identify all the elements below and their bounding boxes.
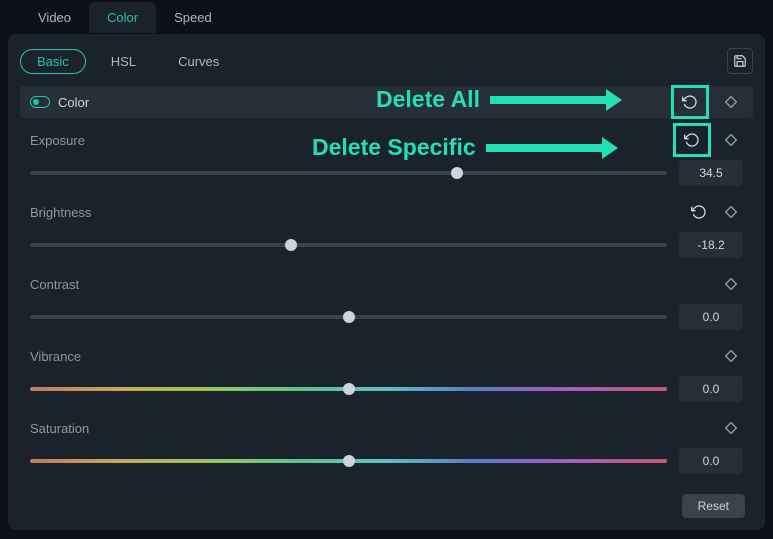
subtab-basic[interactable]: Basic (20, 49, 86, 74)
diamond-icon (725, 96, 737, 108)
vibrance-value[interactable]: 0.0 (679, 376, 743, 402)
contrast-value[interactable]: 0.0 (679, 304, 743, 330)
brightness-property: Brightness -18.2 (20, 190, 753, 262)
brightness-keyframe-button[interactable] (719, 200, 743, 224)
save-icon (733, 54, 747, 68)
contrast-property: Contrast 0.0 (20, 262, 753, 334)
brightness-label: Brightness (30, 205, 91, 220)
undo-icon (691, 204, 707, 220)
sub-tab-bar: Basic HSL Curves (20, 48, 753, 74)
brightness-slider[interactable] (30, 243, 667, 247)
tab-speed[interactable]: Speed (156, 2, 230, 33)
exposure-reset-button[interactable] (680, 128, 704, 152)
delete-all-highlight (671, 85, 709, 119)
diamond-icon (725, 134, 737, 146)
brightness-value[interactable]: -18.2 (679, 232, 743, 258)
diamond-icon (725, 350, 737, 362)
vibrance-property: Vibrance 0.0 (20, 334, 753, 406)
subtab-curves[interactable]: Curves (161, 49, 236, 74)
diamond-icon (725, 206, 737, 218)
vibrance-label: Vibrance (30, 349, 81, 364)
delete-specific-highlight (673, 123, 711, 157)
reset-all-button[interactable] (678, 90, 702, 114)
saturation-label: Saturation (30, 421, 89, 436)
exposure-label: Exposure (30, 133, 85, 148)
contrast-keyframe-button[interactable] (719, 272, 743, 296)
saturation-slider[interactable] (30, 459, 667, 463)
saturation-property: Saturation 0.0 (20, 406, 753, 478)
color-panel: Basic HSL Curves Color (8, 34, 765, 530)
exposure-slider[interactable] (30, 171, 667, 175)
color-toggle[interactable] (30, 96, 50, 108)
exposure-property: Exposure 34.5 (20, 118, 753, 190)
exposure-keyframe-button[interactable] (719, 128, 743, 152)
color-section-header: Color (20, 86, 753, 118)
exposure-value[interactable]: 34.5 (679, 160, 743, 186)
contrast-slider[interactable] (30, 315, 667, 319)
vibrance-slider[interactable] (30, 387, 667, 391)
undo-icon (682, 94, 698, 110)
brightness-reset-button[interactable] (687, 200, 711, 224)
saturation-value[interactable]: 0.0 (679, 448, 743, 474)
tab-video[interactable]: Video (20, 2, 89, 33)
saturation-keyframe-button[interactable] (719, 416, 743, 440)
contrast-label: Contrast (30, 277, 79, 292)
vibrance-keyframe-button[interactable] (719, 344, 743, 368)
subtab-hsl[interactable]: HSL (94, 49, 153, 74)
keyframe-all-button[interactable] (719, 90, 743, 114)
save-preset-button[interactable] (727, 48, 753, 74)
top-tab-bar: Video Color Speed (0, 0, 773, 34)
reset-button[interactable]: Reset (682, 494, 745, 518)
color-section-title: Color (58, 95, 89, 110)
diamond-icon (725, 278, 737, 290)
undo-icon (684, 132, 700, 148)
diamond-icon (725, 422, 737, 434)
tab-color[interactable]: Color (89, 2, 156, 33)
